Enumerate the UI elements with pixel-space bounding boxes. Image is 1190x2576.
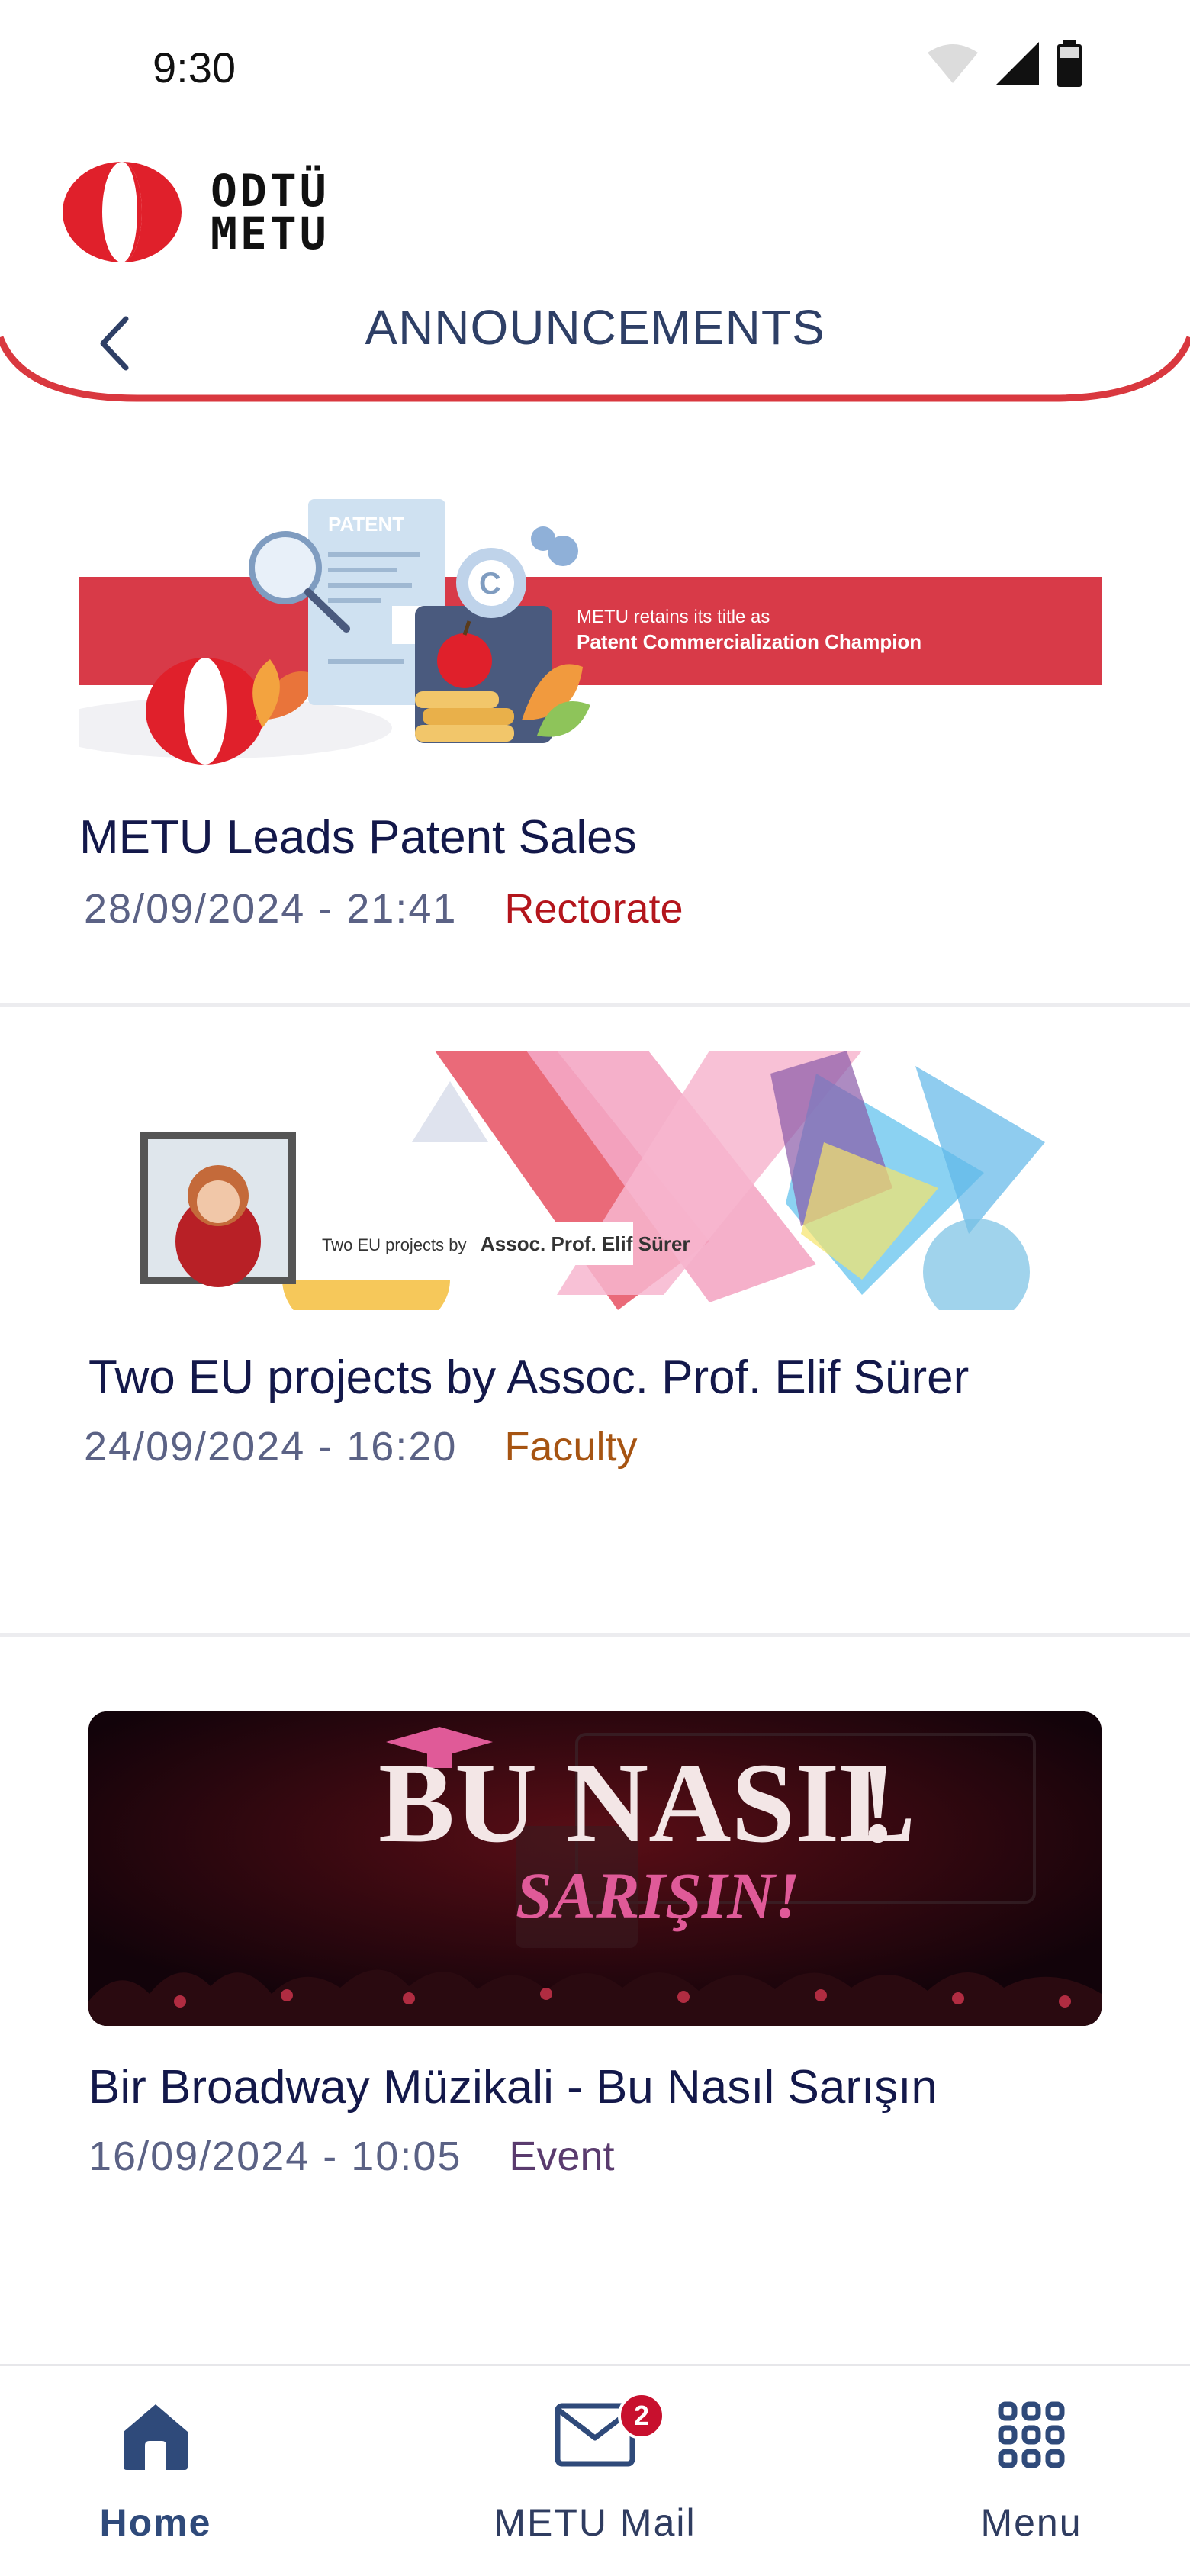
- banner-line1: METU retains its title as: [577, 607, 770, 627]
- announcement-meta: 28/09/2024 - 21:41 Rectorate: [84, 885, 683, 932]
- home-icon: [119, 2389, 192, 2481]
- announcement-title: Two EU projects by Assoc. Prof. Elif Sür…: [88, 1351, 970, 1404]
- announcement-card[interactable]: Two EU projects by Assoc. Prof. Elif Sür…: [0, 1007, 1190, 1637]
- announcements-list: PATENT C METU retains its title as Paten…: [0, 427, 1190, 2262]
- logo-text: ODTÜ METU: [211, 165, 330, 259]
- announcement-category: Rectorate: [504, 886, 683, 932]
- announcement-title: METU Leads Patent Sales: [79, 811, 637, 864]
- status-bar: 9:30: [0, 0, 1190, 130]
- nav-label-menu: Menu: [980, 2501, 1082, 2544]
- patent-tag: PATENT: [328, 513, 404, 536]
- signal-icon: [996, 42, 1039, 85]
- status-icons: [926, 40, 1083, 87]
- logo-line-metu: METU: [211, 208, 330, 259]
- announcement-date: 28/09/2024 - 21:41: [84, 886, 458, 932]
- svg-text:C: C: [479, 567, 501, 601]
- announcement-title: Bir Broadway Müzikali - Bu Nasıl Sarışın: [88, 2061, 938, 2114]
- announcement-card[interactable]: PATENT C METU retains its title as Paten…: [0, 427, 1190, 1007]
- bottom-nav: Home 2 METU Mail Menu: [0, 2364, 1190, 2576]
- logo-line-odtu: ODTÜ: [211, 165, 330, 217]
- announcement-date: 16/09/2024 - 10:05: [88, 2133, 462, 2179]
- caption-name: Assoc. Prof. Elif Sürer: [481, 1232, 690, 1255]
- banner-line2: Patent Commercialization Champion: [577, 630, 921, 653]
- poster-headline: BU NASIL: [378, 1740, 915, 1866]
- musical-poster: BU NASIL ! SARIŞIN!: [88, 1711, 1102, 2026]
- app-header: ODTÜ METU ANNOUNCEMENTS: [0, 130, 1190, 404]
- page-title: ANNOUNCEMENTS: [365, 300, 825, 355]
- announcement-card[interactable]: BU NASIL ! SARIŞIN! Bir Broadway Müzikal…: [0, 1637, 1190, 2262]
- announcement-date: 24/09/2024 - 16:20: [84, 1424, 458, 1470]
- nav-menu[interactable]: Menu: [902, 2389, 1161, 2565]
- svg-text:!: !: [859, 1740, 897, 1866]
- metu-logo: ODTÜ METU: [61, 160, 330, 264]
- nav-label-mail: METU Mail: [494, 2501, 696, 2544]
- announcement-meta: 24/09/2024 - 16:20 Faculty: [84, 1423, 637, 1470]
- mail-badge: 2: [618, 2392, 665, 2439]
- wifi-icon: [928, 44, 978, 83]
- nav-home[interactable]: Home: [26, 2389, 285, 2565]
- metu-logo-mark: [63, 162, 182, 262]
- grid-icon: [997, 2389, 1066, 2481]
- nav-label-home: Home: [99, 2501, 212, 2544]
- announcement-category: Event: [509, 2133, 615, 2179]
- caption-prefix: Two EU projects by: [322, 1235, 467, 1254]
- status-time: 9:30: [153, 43, 236, 92]
- announcement-image: PATENT C METU retains its title as Paten…: [79, 491, 1102, 774]
- announcement-image: BU NASIL ! SARIŞIN!: [88, 1711, 1102, 2026]
- announcement-category: Faculty: [504, 1424, 638, 1470]
- patent-illustration: PATENT C METU retains its title as Paten…: [79, 499, 1102, 765]
- battery-icon: [1057, 40, 1082, 87]
- announcement-image: Two EU projects by Assoc. Prof. Elif Sür…: [130, 1051, 1076, 1310]
- eu-projects-illustration: Two EU projects by Assoc. Prof. Elif Sür…: [140, 1051, 1045, 1310]
- nav-metu-mail[interactable]: 2 METU Mail: [465, 2389, 725, 2565]
- poster-subheadline: SARIŞIN!: [516, 1859, 800, 1932]
- announcement-meta: 16/09/2024 - 10:05 Event: [88, 2133, 614, 2180]
